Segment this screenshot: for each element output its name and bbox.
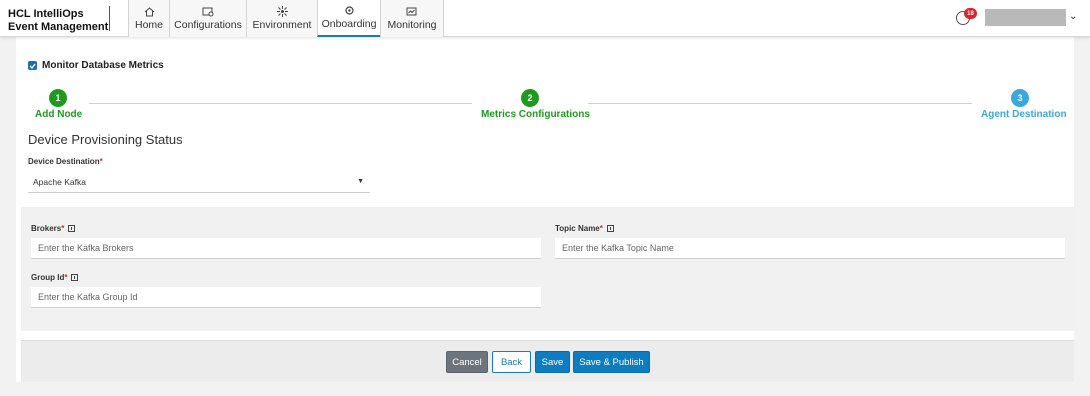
caret-down-icon: ▼ <box>357 178 364 185</box>
device-destination-label-text: Device Destination <box>28 157 100 166</box>
brokers-input[interactable] <box>31 238 541 259</box>
stepper-line-2 <box>588 103 972 104</box>
step-1-circle[interactable]: 1 <box>49 89 67 107</box>
alert-count-badge: 18 <box>964 8 977 19</box>
chevron-down-icon[interactable]: ⌄ <box>1069 11 1077 22</box>
configurations-icon <box>201 6 215 17</box>
monitor-db-label: Monitor Database Metrics <box>42 60 164 71</box>
device-destination-select[interactable]: Apache Kafka ▼ <box>28 172 370 193</box>
group-id-label-text: Group Id <box>31 273 65 282</box>
required-marker: * <box>61 224 65 233</box>
user-name-redacted[interactable] <box>985 9 1066 26</box>
monitoring-icon <box>405 6 419 17</box>
tab-home-label: Home <box>134 19 163 31</box>
topic-name-input[interactable] <box>555 238 1065 259</box>
brand-line-2: Event Management <box>8 21 109 33</box>
tab-monitoring[interactable]: Monitoring <box>380 0 444 37</box>
brokers-label-text: Brokers <box>31 224 62 233</box>
top-nav-bar: HCL IntelliOps Event Management Home Con… <box>0 0 1090 37</box>
brand-line-1: HCL IntelliOps <box>8 8 84 20</box>
tab-configurations-label: Configurations <box>174 19 242 31</box>
tab-home[interactable]: Home <box>128 0 169 37</box>
checkbox-checked-icon[interactable] <box>28 61 37 70</box>
info-icon[interactable] <box>68 225 76 232</box>
save-publish-button[interactable]: Save & Publish <box>573 351 650 373</box>
info-icon[interactable] <box>606 225 614 232</box>
cancel-button[interactable]: Cancel <box>446 351 488 373</box>
topic-name-label-text: Topic Name <box>555 224 600 233</box>
stepper-line-1 <box>89 103 472 104</box>
step-2-label: Metrics Configurations <box>481 109 590 120</box>
required-marker: * <box>64 273 68 282</box>
group-id-input[interactable] <box>31 287 541 308</box>
tab-configurations[interactable]: Configurations <box>169 0 246 37</box>
tab-onboarding-label: Onboarding <box>321 18 377 30</box>
save-button[interactable]: Save <box>535 351 570 373</box>
device-destination-label: Device Destination* <box>28 157 103 166</box>
environment-icon <box>275 6 289 17</box>
section-title: Device Provisioning Status <box>28 132 183 147</box>
kafka-config-panel <box>21 207 1074 331</box>
home-icon <box>142 6 156 17</box>
main-tabs: Home Configurations Environment Onboardi… <box>128 0 444 37</box>
required-marker: * <box>599 224 603 233</box>
group-id-label: Group Id * <box>31 273 79 282</box>
brand-divider <box>109 6 110 31</box>
topic-name-label: Topic Name * <box>555 224 614 233</box>
step-3-label: Agent Destination <box>981 109 1067 120</box>
step-3-circle[interactable]: 3 <box>1011 89 1029 107</box>
onboarding-icon <box>342 5 356 16</box>
app-brand[interactable]: HCL IntelliOps Event Management <box>8 8 108 34</box>
tab-onboarding[interactable]: Onboarding <box>317 0 380 37</box>
step-1-label: Add Node <box>35 109 83 120</box>
monitor-db-checkbox[interactable]: Monitor Database Metrics <box>28 60 164 71</box>
info-icon[interactable] <box>71 274 79 281</box>
step-2-circle[interactable]: 2 <box>521 89 539 107</box>
tab-environment[interactable]: Environment <box>246 0 317 37</box>
device-destination-value: Apache Kafka <box>33 177 86 187</box>
required-marker: * <box>99 157 103 166</box>
brokers-label: Brokers * <box>31 224 76 233</box>
back-button[interactable]: Back <box>492 351 531 373</box>
tab-environment-label: Environment <box>252 19 312 31</box>
tab-monitoring-label: Monitoring <box>387 19 437 31</box>
